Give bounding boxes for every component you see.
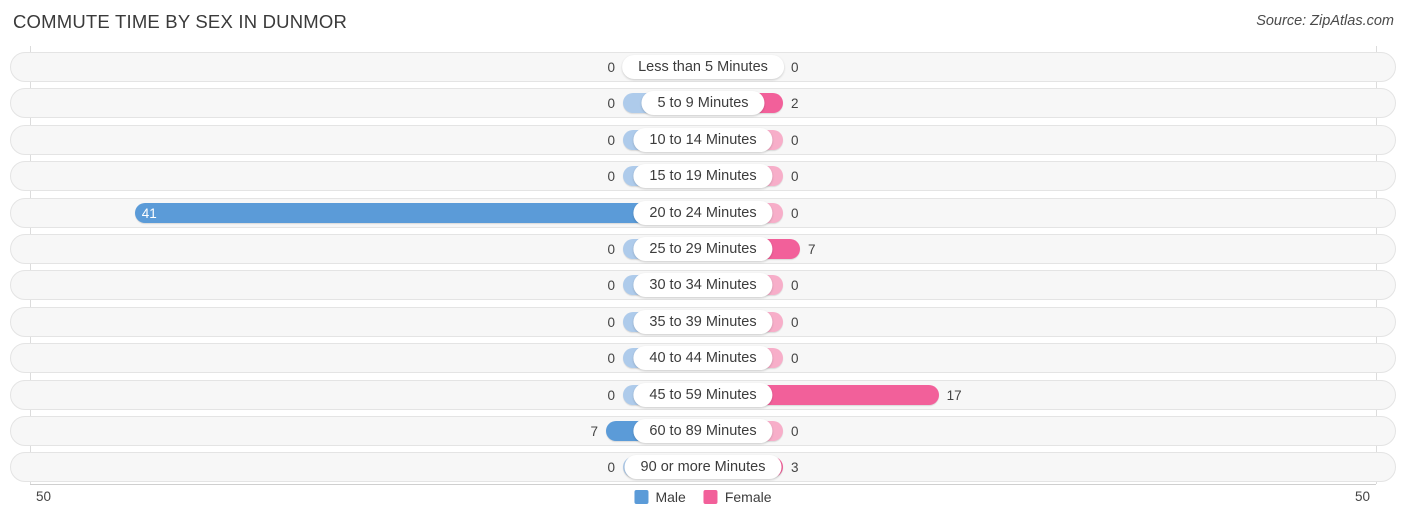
value-label-male: 0	[607, 387, 615, 403]
legend-item-male[interactable]: Male	[634, 489, 686, 505]
category-label: 25 to 29 Minutes	[633, 237, 773, 261]
category-label: Less than 5 Minutes	[622, 55, 784, 79]
row-inner: 0 0 35 to 39 Minutes	[11, 308, 1395, 336]
value-label-male: 0	[607, 314, 615, 330]
axis-tick-left: 50	[36, 489, 52, 504]
category-label: 10 to 14 Minutes	[633, 127, 773, 152]
value-label-male: 0	[607, 96, 615, 112]
legend-swatch-female-icon	[703, 490, 718, 504]
table-row[interactable]: 0 0 Less than 5 Minutes	[10, 52, 1396, 82]
category-label: 45 to 59 Minutes	[633, 382, 773, 407]
table-row[interactable]: 0 2 5 to 9 Minutes	[10, 88, 1396, 119]
chart-axis: 50 50 Male Female	[0, 484, 1406, 523]
category-label: 5 to 9 Minutes	[641, 91, 765, 116]
category-label: 35 to 39 Minutes	[633, 309, 773, 334]
value-label-female: 0	[791, 205, 799, 221]
row-inner: 0 0 40 to 44 Minutes	[11, 344, 1395, 372]
row-inner: 41 0 20 to 24 Minutes	[11, 199, 1395, 227]
axis-tick-right: 50	[1354, 489, 1370, 504]
value-label-female: 0	[791, 351, 799, 367]
value-label-female: 0	[791, 132, 799, 148]
table-row[interactable]: 0 0 35 to 39 Minutes	[10, 306, 1396, 337]
row-inner: 0 3 90 or more Minutes	[11, 453, 1395, 481]
value-label-female: 2	[791, 96, 799, 112]
table-row[interactable]: 0 0 40 to 44 Minutes	[10, 343, 1396, 374]
row-inner: 0 0 Less than 5 Minutes	[11, 53, 1395, 81]
value-label-male: 0	[607, 278, 615, 294]
value-label-male: 0	[607, 351, 615, 367]
legend-label-female: Female	[724, 489, 772, 505]
row-inner: 0 7 25 to 29 Minutes	[11, 235, 1395, 263]
page-title: COMMUTE TIME BY SEX IN DUNMOR	[13, 11, 348, 32]
row-inner: 0 0 10 to 14 Minutes	[11, 126, 1395, 154]
table-row[interactable]: 7 0 60 to 89 Minutes	[10, 416, 1396, 446]
table-row[interactable]: 0 0 15 to 19 Minutes	[10, 161, 1396, 192]
table-row[interactable]: 41 0 20 to 24 Minutes	[10, 197, 1396, 228]
value-label-female: 7	[808, 242, 816, 257]
row-inner: 0 0 15 to 19 Minutes	[11, 162, 1395, 190]
source-attribution: Source: ZipAtlas.com	[1256, 13, 1394, 29]
category-label: 20 to 24 Minutes	[633, 200, 773, 225]
row-inner: 7 0 60 to 89 Minutes	[11, 417, 1395, 445]
category-label: 90 or more Minutes	[624, 455, 782, 480]
value-label-male: 41	[141, 205, 157, 221]
value-label-male: 0	[607, 460, 615, 476]
bar-male[interactable]	[134, 202, 703, 223]
row-inner: 0 17 45 to 59 Minutes	[11, 381, 1395, 409]
category-label: 15 to 19 Minutes	[633, 164, 773, 189]
legend-label-male: Male	[655, 489, 686, 505]
table-row[interactable]: 0 0 30 to 34 Minutes	[10, 270, 1396, 301]
legend-item-female[interactable]: Female	[703, 489, 772, 505]
table-row[interactable]: 0 17 45 to 59 Minutes	[10, 379, 1396, 410]
row-inner: 0 2 5 to 9 Minutes	[11, 89, 1395, 117]
axis-line	[30, 484, 1376, 485]
table-row[interactable]: 0 7 25 to 29 Minutes	[10, 234, 1396, 264]
value-label-male: 0	[607, 60, 615, 75]
value-label-female: 17	[946, 387, 962, 403]
value-label-female: 0	[791, 169, 799, 185]
value-label-male: 0	[607, 132, 615, 148]
value-label-female: 0	[791, 314, 799, 330]
category-label: 40 to 44 Minutes	[633, 346, 773, 371]
table-row[interactable]: 0 0 10 to 14 Minutes	[10, 124, 1396, 155]
chart-legend: Male Female	[634, 489, 772, 505]
table-row[interactable]: 0 3 90 or more Minutes	[10, 452, 1396, 483]
chart-plot-area: 0 0 Less than 5 Minutes 0 2 5 to 9 Minutes 0 0 1…	[0, 46, 1406, 484]
value-label-male: 0	[607, 242, 615, 257]
legend-swatch-male-icon	[634, 490, 649, 504]
value-label-female: 0	[791, 278, 799, 294]
value-label-female: 0	[791, 60, 799, 75]
value-label-female: 3	[791, 460, 799, 476]
value-label-female: 0	[791, 424, 799, 439]
row-inner: 0 0 30 to 34 Minutes	[11, 271, 1395, 299]
chart-header: COMMUTE TIME BY SEX IN DUNMOR Source: Zi…	[0, 0, 1406, 46]
value-label-male: 0	[607, 169, 615, 185]
value-label-male: 7	[590, 424, 598, 439]
category-label: 30 to 34 Minutes	[633, 273, 773, 298]
category-label: 60 to 89 Minutes	[633, 419, 773, 443]
